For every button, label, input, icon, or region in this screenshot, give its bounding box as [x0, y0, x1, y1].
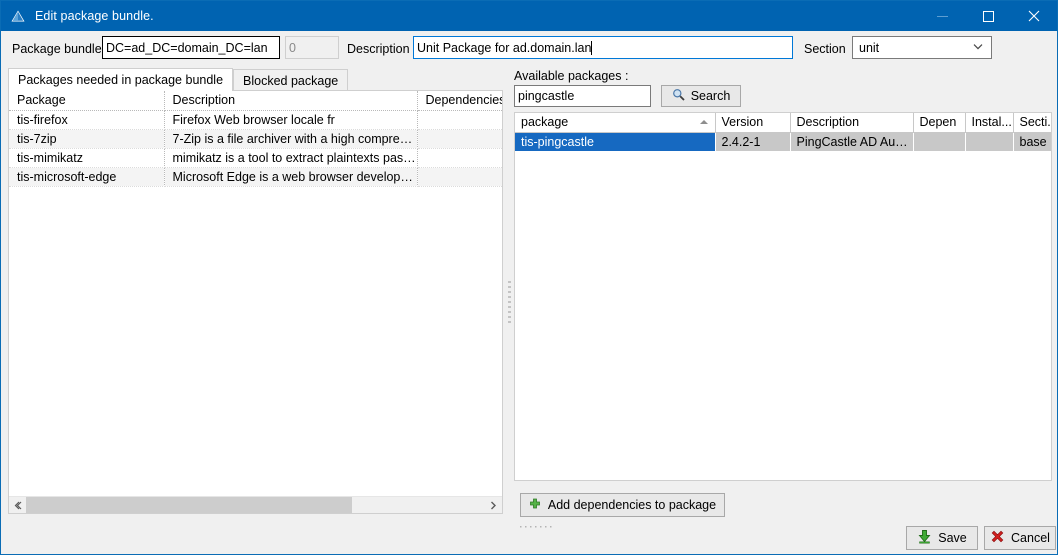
title-bar[interactable]: Edit package bundle.	[1, 1, 1057, 31]
search-button-label: Search	[690, 89, 731, 103]
cell-dependencies	[417, 148, 502, 168]
package-bundle-input-value: DC=ad_DC=domain_DC=lan	[106, 40, 268, 55]
description-input[interactable]: Unit Package for ad.domain.lan	[413, 36, 793, 59]
cell-dependencies	[417, 110, 502, 130]
available-packages-table: package Version Description Depen Instal…	[515, 113, 1051, 151]
scroll-right-arrow-icon[interactable]	[485, 497, 502, 514]
splitter-grip-icon	[507, 281, 511, 323]
download-arrow-icon	[917, 529, 932, 547]
add-dependencies-button-label: Add dependencies to package	[547, 498, 717, 512]
panel-splitter[interactable]	[504, 90, 514, 514]
cancel-button[interactable]: Cancel	[984, 526, 1056, 550]
cancel-button-label: Cancel	[1011, 531, 1050, 545]
search-button[interactable]: Search	[661, 85, 741, 107]
table-row[interactable]: tis-7zip 7-Zip is a file archiver with a…	[9, 129, 502, 149]
column-header-dependencies[interactable]: Dependencies	[417, 91, 502, 111]
cell-description: PingCastle AD Audi...	[790, 132, 914, 151]
table-row[interactable]: tis-mimikatz mimikatz is a tool to extra…	[9, 148, 502, 168]
cell-package: tis-firefox	[9, 110, 165, 130]
table-header-row: package Version Description Depen Instal…	[515, 113, 1051, 133]
table-row[interactable]: tis-pingcastle 2.4.2-1 PingCastle AD Aud…	[515, 132, 1051, 151]
column-header-package[interactable]: package	[515, 113, 716, 133]
cell-section: base	[1013, 132, 1051, 151]
tab-blocked-package-label: Blocked package	[243, 73, 339, 88]
tab-packages-needed-label: Packages needed in package bundle	[18, 73, 224, 87]
section-dropdown-value: unit	[859, 40, 880, 55]
cell-package: tis-pingcastle	[515, 132, 716, 151]
edit-package-bundle-window: Edit package bundle. Package bundle DC=a…	[0, 0, 1058, 555]
package-bundle-input[interactable]: DC=ad_DC=domain_DC=lan	[102, 36, 280, 59]
chevron-down-icon	[973, 39, 983, 53]
revision-input[interactable]: 0	[285, 36, 339, 59]
maximize-button[interactable]	[965, 1, 1011, 31]
cell-version: 2.4.2-1	[715, 132, 791, 151]
cell-depends	[913, 132, 966, 151]
column-header-description[interactable]: Description	[790, 113, 914, 133]
cell-description: Microsoft Edge is a web browser develope…	[164, 167, 418, 187]
cell-package: tis-7zip	[9, 129, 165, 149]
available-packages-panel: package Version Description Depen Instal…	[514, 112, 1052, 481]
wapt-triangle-icon	[10, 8, 26, 24]
resize-grip-dots	[520, 519, 556, 528]
section-label: Section	[804, 42, 846, 56]
window-title: Edit package bundle.	[35, 9, 154, 23]
horizontal-scrollbar[interactable]	[9, 496, 502, 513]
cell-description: mimikatz is a tool to extract plaintexts…	[164, 148, 418, 168]
top-form-row: Package bundle DC=ad_DC=domain_DC=lan 0 …	[1, 31, 1057, 65]
scroll-left-arrow-icon[interactable]	[9, 497, 26, 514]
column-header-package-label: package	[521, 115, 569, 130]
cell-description: Firefox Web browser locale fr	[164, 110, 418, 130]
column-header-version[interactable]: Version	[715, 113, 791, 133]
table-row[interactable]: tis-microsoft-edge Microsoft Edge is a w…	[9, 167, 502, 187]
tab-strip: Packages needed in package bundle Blocke…	[8, 68, 349, 91]
column-header-depends[interactable]: Depen	[913, 113, 966, 133]
search-icon	[672, 88, 685, 104]
scrollbar-track[interactable]	[352, 497, 485, 514]
package-bundle-label: Package bundle	[12, 42, 102, 56]
cell-installed	[965, 132, 1014, 151]
cell-dependencies	[417, 167, 502, 187]
description-input-value: Unit Package for ad.domain.lan	[417, 40, 592, 55]
search-input[interactable]: pingcastle	[514, 85, 651, 107]
close-button[interactable]	[1011, 1, 1057, 31]
available-packages-label: Available packages :	[514, 69, 629, 83]
cell-package: tis-mimikatz	[9, 148, 165, 168]
cell-description: 7-Zip is a file archiver with a high com…	[164, 129, 418, 149]
table-row[interactable]: tis-firefox Firefox Web browser locale f…	[9, 110, 502, 130]
revision-input-value: 0	[289, 40, 296, 55]
column-header-description[interactable]: Description	[164, 91, 418, 111]
description-label: Description	[347, 42, 410, 56]
sort-ascending-icon	[699, 120, 708, 124]
cell-package: tis-microsoft-edge	[9, 167, 165, 187]
section-dropdown[interactable]: unit	[852, 36, 992, 59]
save-button-label: Save	[938, 531, 967, 545]
tab-packages-needed[interactable]: Packages needed in package bundle	[8, 68, 234, 91]
add-dependencies-button[interactable]: Add dependencies to package	[520, 493, 725, 517]
cell-dependencies	[417, 129, 502, 149]
plus-icon	[529, 498, 541, 513]
scrollbar-thumb[interactable]	[26, 496, 352, 513]
needed-packages-table: Package Description Dependencies tis-fir…	[9, 91, 502, 187]
save-button[interactable]: Save	[906, 526, 978, 550]
minimize-button[interactable]	[919, 1, 965, 31]
text-caret	[591, 40, 593, 55]
search-input-value: pingcastle	[518, 89, 575, 103]
needed-packages-panel: Package Description Dependencies tis-fir…	[8, 90, 503, 514]
tab-blocked-package[interactable]: Blocked package	[233, 69, 349, 91]
column-header-installed[interactable]: Instal...	[965, 113, 1014, 133]
column-header-package[interactable]: Package	[9, 91, 165, 111]
close-x-icon	[990, 529, 1005, 547]
table-header-row: Package Description Dependencies	[9, 91, 502, 111]
column-header-section[interactable]: Secti...	[1013, 113, 1051, 133]
